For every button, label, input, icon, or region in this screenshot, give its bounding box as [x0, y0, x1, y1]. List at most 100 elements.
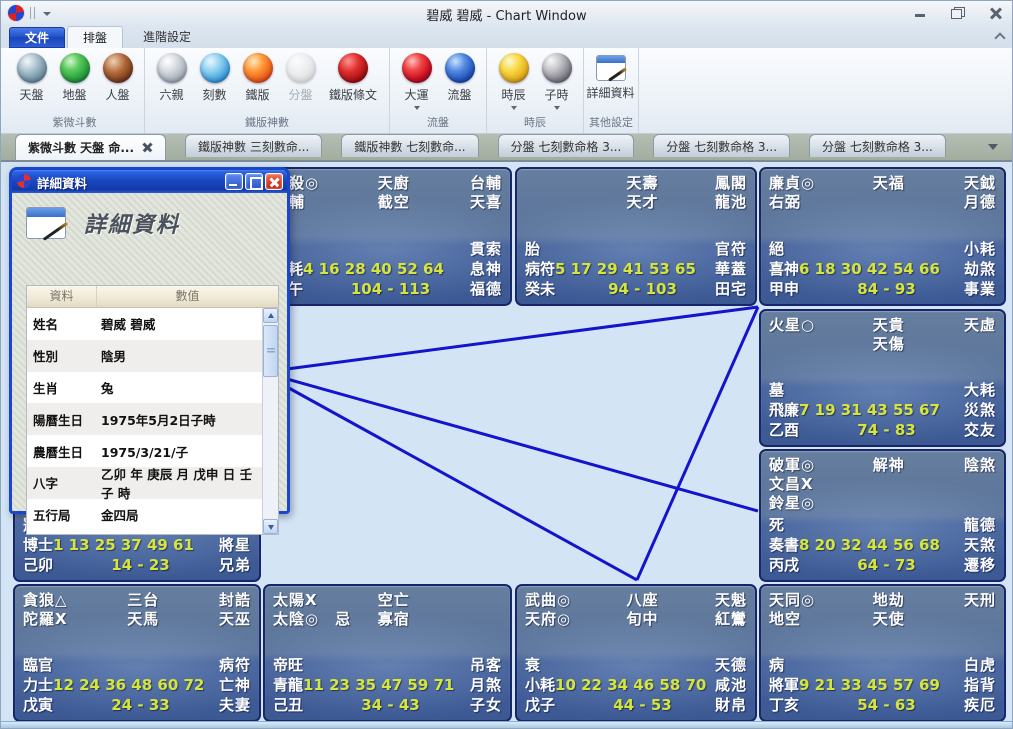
ribbon-button-sphere-blue[interactable]: 流盤 — [438, 50, 481, 103]
document-tab[interactable]: 分盤 七刻數命格 3... — [498, 134, 635, 157]
ribbon-button-label: 詳細資料 — [587, 84, 635, 101]
ribbon-button-sphere-red[interactable]: 大運 — [395, 50, 438, 110]
minor-star-name: 天魁 — [715, 591, 747, 610]
palace-cell-r2c4[interactable]: 火星○天貴天傷天虛墓飛廉7 19 31 43 55 67乙酉74 - 83大耗災… — [759, 309, 1006, 447]
dropdown-arrow-icon[interactable] — [554, 106, 560, 110]
tab-list-dropdown-icon[interactable] — [988, 144, 998, 150]
star-column: 武曲◎天府◎ — [525, 591, 571, 629]
stem-branch: 丁亥 — [769, 695, 799, 715]
aspect-line — [287, 307, 758, 369]
ribbon-button-sphere-darkred[interactable]: 鐵版條文 — [322, 50, 384, 103]
star-column: 太陽X太陰◎ 忌 — [273, 591, 351, 629]
minor-star-column: 解神 — [873, 456, 905, 475]
dialog-minimize-button[interactable] — [225, 173, 243, 190]
year-numbers: 6 18 30 42 54 66 — [799, 260, 940, 278]
year-god: 飛廉 — [769, 401, 799, 419]
god-number-line: 大耗4 16 28 40 52 64 — [273, 259, 478, 279]
age-range: 14 - 23 — [53, 555, 228, 575]
palace-god-name: 福德 — [470, 279, 502, 299]
document-tab[interactable]: 鐵版神數 七刻數命... — [341, 134, 478, 157]
ribbon-button-sphere-sun[interactable]: 時辰 — [492, 50, 535, 110]
close-button[interactable] — [988, 6, 1004, 20]
minor-star-name: 旬中 — [626, 610, 658, 629]
document-tab[interactable]: 分盤 七刻數命格 3... — [809, 134, 946, 157]
scrollbar-thumb[interactable] — [263, 325, 278, 377]
ribbon-button-sphere-green[interactable]: 地盤 — [53, 50, 96, 103]
scroll-down-icon[interactable] — [263, 519, 278, 534]
right-star-column: 天鉞月德 — [964, 174, 996, 212]
right-star-column: 天刑 — [964, 591, 996, 610]
palace-god-name: 田宅 — [715, 279, 747, 299]
tab-close-icon[interactable] — [142, 142, 153, 153]
table-row[interactable]: 八字乙卯 年 庚辰 月 戊申 日 壬子 時 — [27, 467, 262, 499]
palace-cell-r4c3[interactable]: 武曲◎天府◎八座旬中天魁紅鸞衰小耗10 22 34 46 58 70戊子44 -… — [515, 584, 757, 722]
dialog-maximize-button[interactable] — [245, 173, 263, 190]
minor-star-name: 天使 — [873, 610, 905, 629]
ribbon-button-label: 人盤 — [105, 86, 129, 103]
ribbon-button-sphere-steel[interactable]: 天盤 — [10, 50, 53, 103]
table-row[interactable]: 農曆生日1975/3/21/子 — [27, 435, 262, 467]
dropdown-arrow-icon[interactable] — [511, 106, 517, 110]
year-god: 喜神 — [769, 260, 799, 278]
aspect-line — [287, 387, 637, 580]
god-number-line: 奏書8 20 32 44 56 68 — [769, 535, 974, 555]
ribbon-button-sphere-brown[interactable]: 人盤 — [96, 50, 139, 103]
palace-cell-r4c1[interactable]: 貪狼△陀羅X三台天馬封誥天巫臨官力士12 24 36 48 60 72戊寅24 … — [13, 584, 261, 722]
ribbon-tab-paipan[interactable]: 排盤 — [67, 26, 123, 48]
ribbon-button-sphere-moon[interactable]: 子時 — [535, 50, 578, 110]
ribbon-button-sphere-fire[interactable]: 鐵版 — [236, 50, 279, 103]
row-label: 八字 — [27, 473, 91, 492]
dialog-body: 詳細資料 資料 數值 姓名碧威 碧威性別陰男生肖兔陽曆生日1975年5月2日子時… — [12, 193, 287, 511]
minor-star-name: 天傷 — [873, 335, 905, 354]
dropdown-arrow-icon[interactable] — [414, 106, 420, 110]
dialog-title-bar[interactable]: 詳細資料 — [12, 170, 287, 193]
table-row[interactable]: 生肖兔 — [27, 372, 262, 404]
table-row[interactable]: 五行局金四局 — [27, 499, 262, 531]
table-row[interactable]: 姓名碧威 碧威 — [27, 308, 262, 340]
document-tab[interactable]: 鐵版神數 三刻數命... — [185, 134, 322, 157]
dialog-close-button[interactable] — [265, 173, 283, 190]
palace-bottom-right: 龍德天煞遷移 — [964, 515, 996, 575]
restore-button[interactable] — [950, 6, 966, 20]
collapse-ribbon-icon[interactable] — [994, 32, 1005, 43]
year-god: 博士 — [23, 536, 53, 554]
star-column: 廉貞◎右弼 — [769, 174, 815, 212]
scroll-up-icon[interactable] — [263, 308, 278, 323]
document-tab-label: 紫微斗數 天盤 命... — [28, 139, 134, 156]
table-row[interactable]: 陽曆生日1975年5月2日子時 — [27, 403, 262, 435]
star-name: 陀羅X — [23, 610, 68, 629]
ribbon-button-sphere-lightblue[interactable]: 刻數 — [193, 50, 236, 103]
ribbon-button-sphere-gray[interactable]: 分盤 — [279, 50, 322, 103]
branch-range-line: 丁亥54 - 63 — [769, 695, 974, 715]
document-tab[interactable]: 紫微斗數 天盤 命... — [15, 134, 166, 160]
document-tab-label: 分盤 七刻數命格 3... — [666, 138, 777, 155]
branch-range-line: 己卯14 - 23 — [23, 555, 228, 575]
palace-cell-r4c4[interactable]: 天同◎地空地劫天使天刑病將軍9 21 33 45 57 69丁亥54 - 63白… — [759, 584, 1006, 722]
file-menu-button[interactable]: 文件 — [9, 27, 65, 48]
palace-cell-r4c2[interactable]: 太陽X太陰◎ 忌空亡寡宿帝旺青龍11 23 35 47 59 71己丑34 - … — [263, 584, 512, 722]
document-tab[interactable]: 分盤 七刻數命格 3... — [653, 134, 790, 157]
palace-cell-r1c3[interactable]: 天壽天才鳳閣龍池胎病符5 17 29 41 53 65癸未94 - 103官符華… — [515, 167, 757, 306]
palace-bottom-left: 胎病符5 17 29 41 53 65癸未94 - 103 — [525, 239, 730, 299]
ribbon-button-sphere-silver[interactable]: 六親 — [150, 50, 193, 103]
table-row[interactable]: 性別陰男 — [27, 340, 262, 372]
palace-god-name: 貫索 — [470, 239, 502, 259]
palace-cell-r3c4[interactable]: 破軍◎文昌X鈴星◎解神陰煞死奏書8 20 32 44 56 68丙戌64 - 7… — [759, 449, 1006, 582]
ribbon-tab-advanced[interactable]: 進階設定 — [131, 26, 203, 48]
menu-row: 文件 排盤 進階設定 — [1, 26, 1012, 48]
ribbon-group-label: 流盤 — [395, 112, 481, 133]
palace-god-name: 華蓋 — [715, 259, 747, 279]
star-name: 右弼 — [769, 193, 815, 212]
minimize-button[interactable] — [912, 6, 928, 20]
minor-star-name: 空亡 — [378, 591, 410, 610]
palace-cell-r1c2[interactable]: 七殺◎左輔天廚截空台輔天喜養大耗4 16 28 40 52 64壬午104 - … — [263, 167, 512, 306]
minor-star-column: 八座旬中 — [626, 591, 658, 629]
life-stage: 帝旺 — [273, 655, 478, 675]
minor-star-name: 月德 — [964, 193, 996, 212]
palace-cell-r1c4[interactable]: 廉貞◎右弼天福天鉞月德絕喜神6 18 30 42 54 66甲申84 - 93小… — [759, 167, 1006, 306]
scrollbar[interactable] — [262, 308, 278, 534]
minor-star-name: 天虛 — [964, 316, 996, 335]
row-value: 兔 — [91, 378, 262, 397]
ribbon-button-notepad[interactable]: 詳細資料 — [589, 50, 632, 101]
star-column: 火星○ — [769, 316, 815, 335]
